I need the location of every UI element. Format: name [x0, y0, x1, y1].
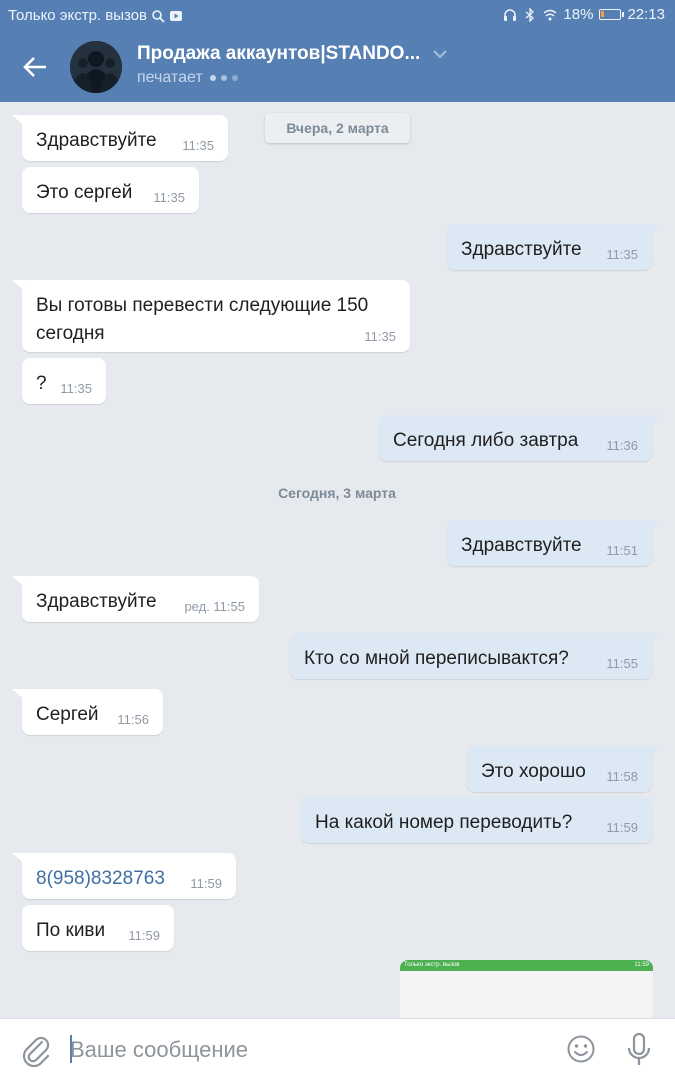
app-bar: Продажа аккаунтов|STANDO... печатает	[0, 30, 675, 102]
message-text: ?	[36, 373, 47, 394]
message-bubble-outgoing[interactable]: На какой номер переводить? 11:59	[301, 797, 652, 843]
message-text: Здравствуйте	[461, 239, 582, 260]
attachment-status-text: Только экстр. вызов	[404, 962, 460, 968]
message-time: 11:35	[182, 138, 214, 153]
message-text: Сегодня либо завтра	[393, 430, 579, 451]
message-bubble-outgoing[interactable]: Сегодня либо завтра 11:36	[379, 415, 652, 461]
message-bubble-incoming[interactable]: По киви 11:59	[22, 905, 174, 951]
emoji-button[interactable]	[566, 1034, 596, 1064]
emoji-icon	[567, 1035, 595, 1063]
message-time: 11:56	[117, 712, 149, 727]
message-composer	[0, 1018, 675, 1080]
attachment-status-time: 11:59	[634, 962, 649, 968]
chat-title[interactable]: Продажа аккаунтов|STANDO...	[137, 43, 420, 65]
message-time: 11:59	[128, 928, 160, 943]
message-time: 11:35	[60, 381, 92, 396]
message-bubble-incoming[interactable]: Это сергей 11:35	[22, 167, 199, 213]
message-text: Кто со мной переписывактся?	[304, 648, 569, 669]
message-time: 11:35	[364, 329, 396, 344]
back-arrow-icon	[23, 57, 46, 77]
screenshot-attachment[interactable]: Только экстр. вызов 11:59	[400, 960, 653, 1018]
message-text: По киви	[36, 920, 106, 941]
chevron-down-icon[interactable]	[432, 47, 448, 61]
typing-status: печатает	[137, 69, 238, 87]
message-bubble-incoming[interactable]: ? 11:35	[22, 358, 106, 404]
voice-message-button[interactable]	[626, 1032, 652, 1068]
message-text: Вы готовы перевести следующие 150 сегодн…	[36, 295, 369, 344]
status-right: 18% 22:13	[503, 6, 665, 23]
message-text: Это хорошо	[481, 761, 586, 782]
battery-level	[601, 11, 605, 17]
bluetooth-icon	[525, 7, 535, 22]
message-bubble-incoming[interactable]: Здравствуйте ред. 11:55	[22, 576, 259, 622]
phone-link[interactable]: 8(958)8328763	[36, 865, 165, 893]
message-bubble-outgoing[interactable]: Здравствуйте 11:35	[447, 224, 652, 270]
battery-percent: 18%	[563, 6, 594, 23]
typing-dots-icon	[209, 75, 238, 81]
message-time: ред. 11:55	[184, 599, 245, 614]
message-text: Сергей	[36, 704, 99, 725]
search-icon	[152, 9, 165, 23]
wifi-icon	[543, 9, 557, 20]
message-time: 11:51	[606, 543, 638, 558]
attach-button[interactable]	[20, 1033, 52, 1068]
message-bubble-outgoing[interactable]: Кто со мной переписывактся? 11:55	[290, 633, 652, 679]
clock: 22:13	[627, 6, 665, 23]
message-bubble-outgoing[interactable]: Здравствуйте 11:51	[447, 520, 652, 566]
message-time: 11:59	[190, 876, 222, 891]
status-bar: Только экстр. вызов 18% 22:13	[0, 0, 675, 30]
typing-text: печатает	[137, 69, 203, 86]
message-time: 11:35	[153, 190, 185, 205]
message-text: Здравствуйте	[36, 591, 157, 612]
avatar[interactable]	[70, 41, 122, 93]
message-text: На какой номер переводить?	[315, 812, 573, 833]
date-separator: Вчера, 2 марта	[265, 113, 410, 143]
video-icon	[170, 10, 183, 21]
message-bubble-incoming[interactable]: Здравствуйте 11:35	[22, 115, 228, 161]
message-text: Это сергей	[36, 182, 133, 203]
status-left: Только экстр. вызов	[8, 7, 183, 24]
message-bubble-incoming[interactable]: Вы готовы перевести следующие 150 сегодн…	[22, 280, 410, 352]
date-separator: Сегодня, 3 марта	[278, 485, 396, 501]
message-time: 11:36	[606, 438, 638, 453]
headphones-icon	[504, 8, 517, 21]
message-text: Здравствуйте	[461, 535, 582, 556]
message-list[interactable]: Вчера, 2 марта Здравствуйте 11:35 Это се…	[0, 102, 675, 1018]
avatar-image	[70, 41, 122, 93]
message-bubble-incoming[interactable]: 8(958)8328763 11:59	[22, 853, 236, 899]
carrier-text: Только экстр. вызов	[8, 7, 148, 24]
message-bubble-incoming[interactable]: Сергей 11:56	[22, 689, 163, 735]
message-time: 11:55	[606, 656, 638, 671]
chat-header: Только экстр. вызов 18% 22:13 Продажа ак…	[0, 0, 675, 102]
message-text: Здравствуйте	[36, 130, 157, 151]
message-time: 11:35	[606, 247, 638, 262]
message-time: 11:58	[606, 769, 638, 784]
message-time: 11:59	[606, 820, 638, 835]
attachment-status-bar: Только экстр. вызов 11:59	[400, 960, 653, 971]
message-bubble-outgoing[interactable]: Это хорошо 11:58	[467, 746, 652, 792]
back-button[interactable]	[18, 50, 52, 84]
battery-icon	[599, 9, 625, 20]
message-input[interactable]	[70, 1031, 540, 1069]
microphone-icon	[627, 1032, 651, 1065]
paperclip-icon	[22, 1036, 50, 1068]
